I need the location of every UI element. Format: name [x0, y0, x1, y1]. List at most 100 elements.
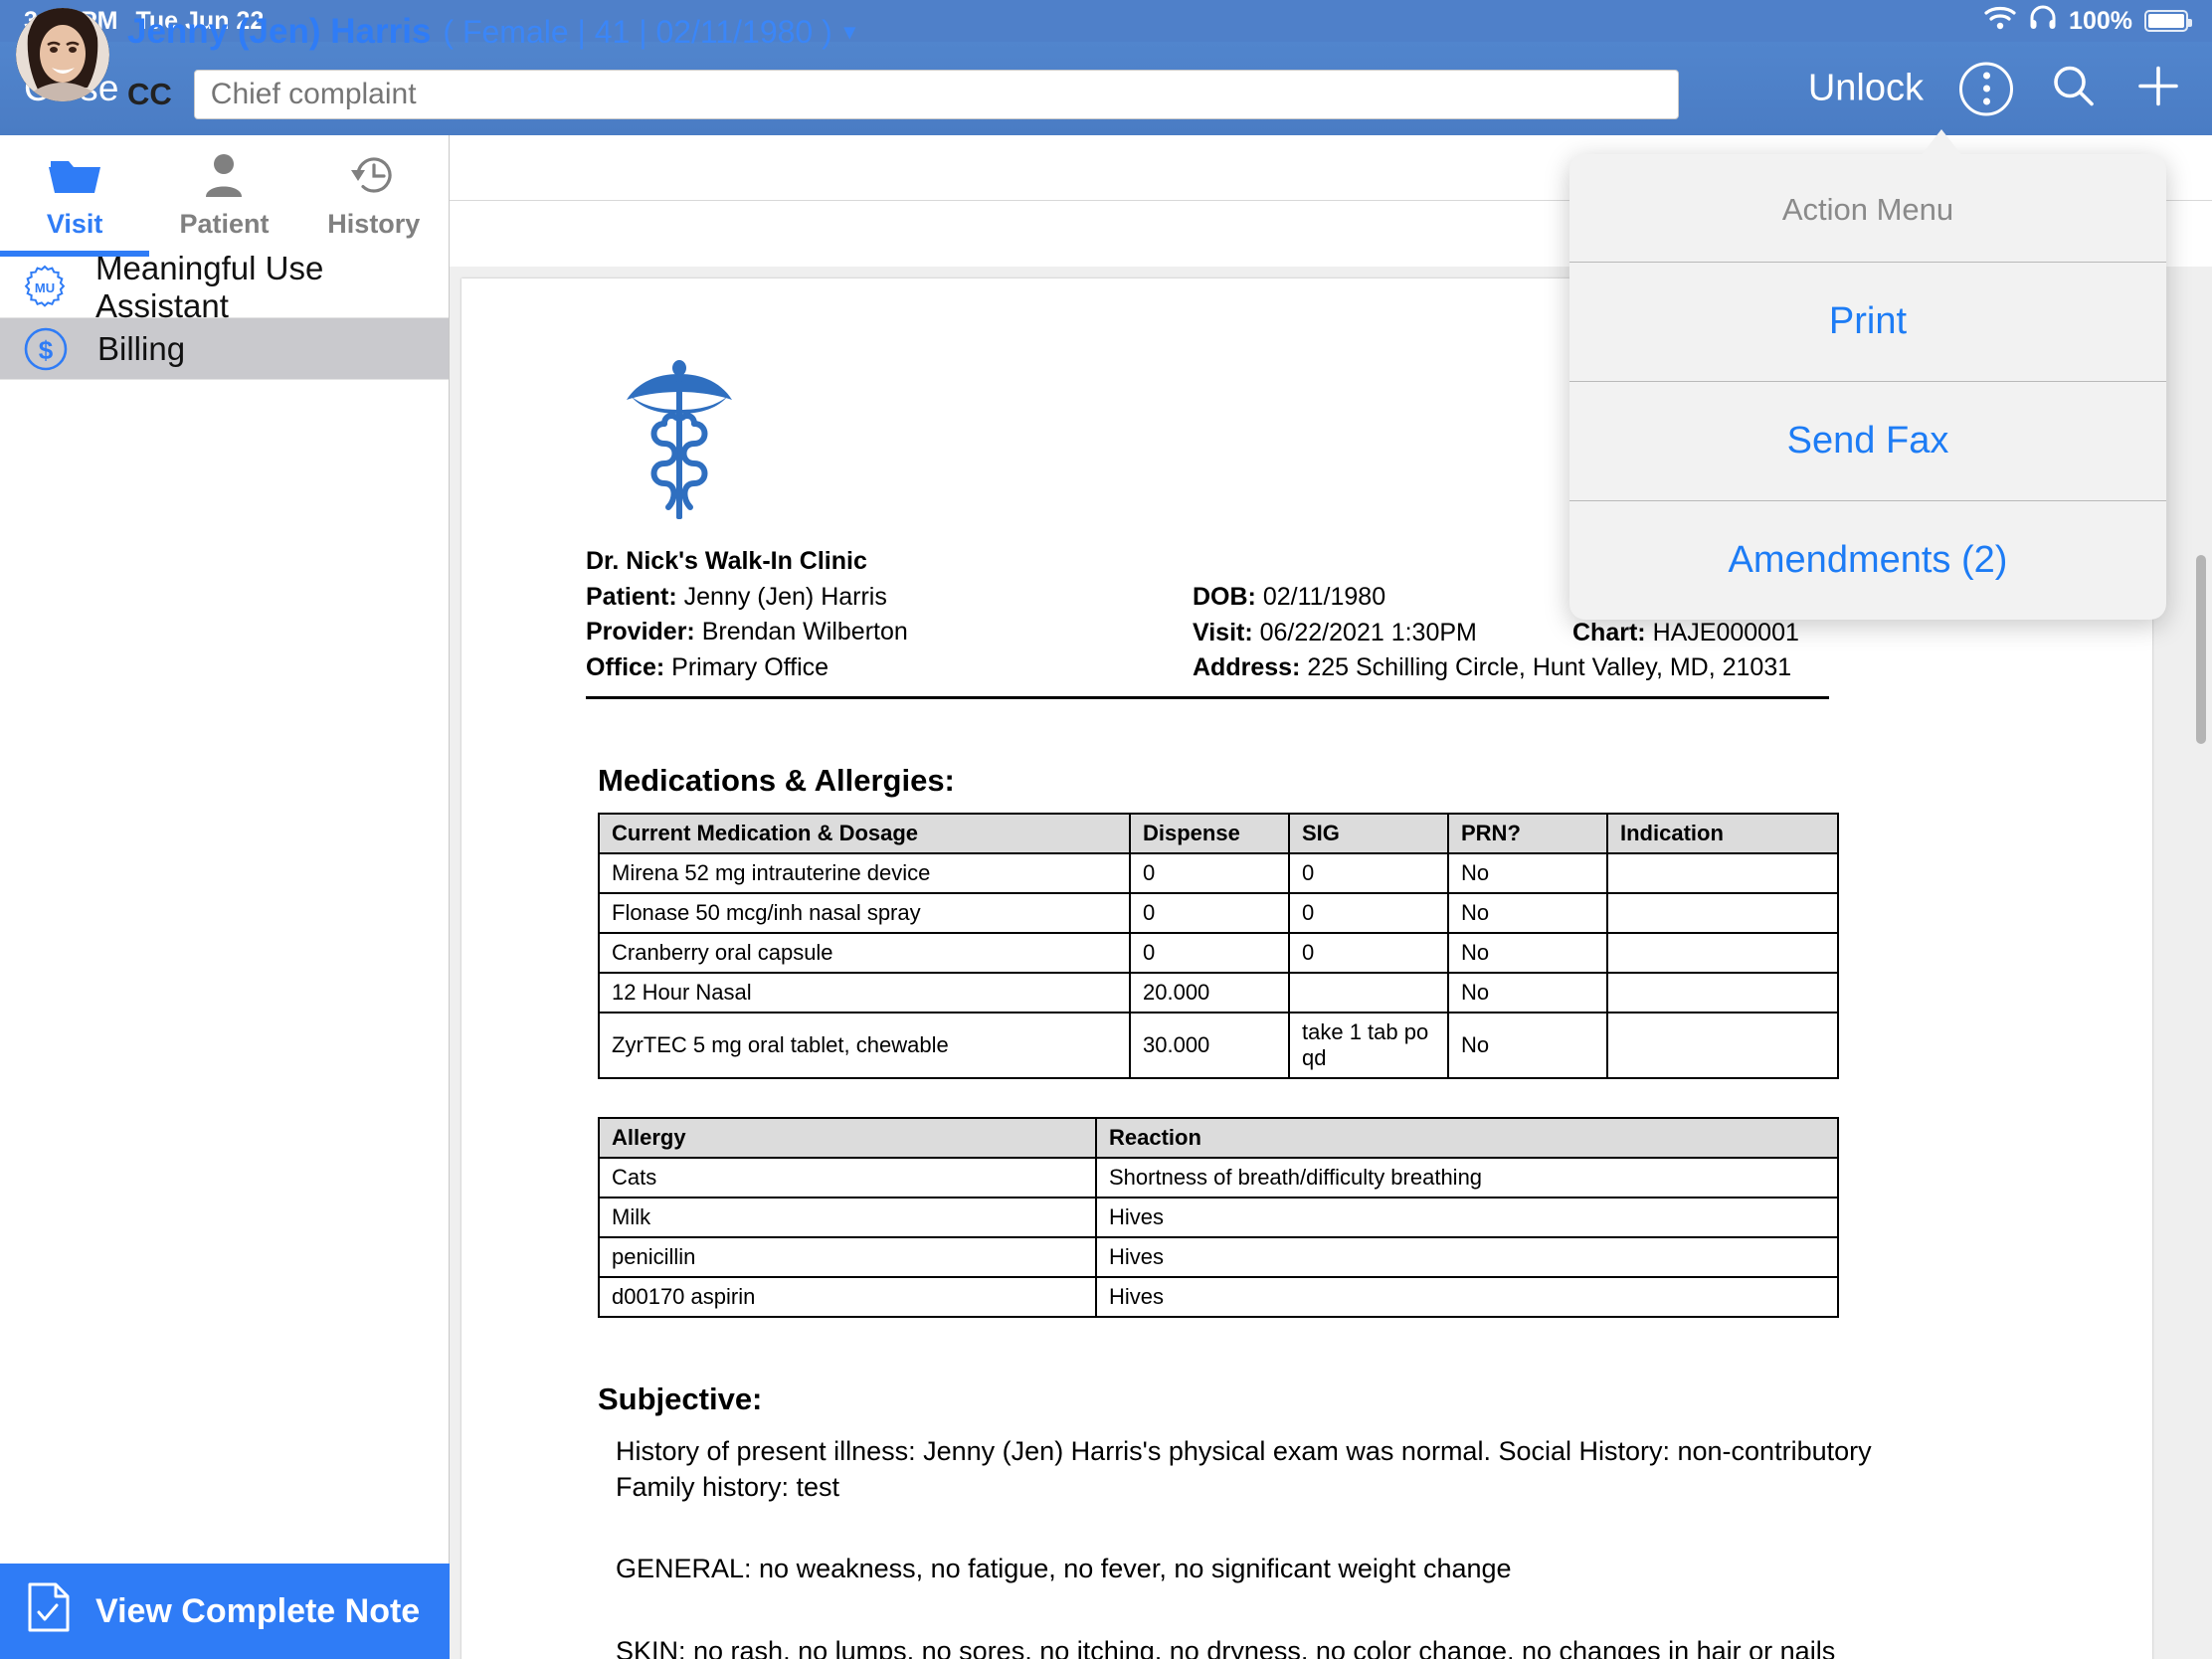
provider-value: Brendan Wilberton — [701, 618, 908, 645]
document-scrollbar[interactable] — [2196, 555, 2206, 744]
cell-indication — [1606, 891, 1839, 934]
allergy-table: Allergy Reaction Cats Shortness of breat… — [598, 1116, 1839, 1318]
clock-rewind-icon — [347, 147, 401, 203]
table-row: Mirena 52 mg intrauterine device 0 0 No — [598, 851, 1839, 894]
cell-indication — [1606, 851, 1839, 894]
app-root: 3:54 PM Tue Jun 22 100% — [0, 0, 2212, 1659]
cell-sig: 0 — [1288, 931, 1449, 974]
table-header-row: Allergy Reaction — [598, 1116, 1839, 1159]
tab-patient[interactable]: Patient — [149, 135, 298, 257]
plus-icon — [2134, 63, 2182, 115]
action-menu-item-print[interactable]: Print — [1569, 263, 2166, 382]
patient-demographics: ( Female | 41 | 02/11/1980 ) — [443, 14, 832, 50]
unlock-button[interactable]: Unlock — [1808, 68, 1924, 110]
column-header: Reaction — [1095, 1116, 1839, 1159]
cell-medication: Flonase 50 mcg/inh nasal spray — [598, 891, 1131, 934]
svg-text:MU: MU — [35, 280, 55, 295]
view-complete-note-button[interactable]: View Complete Note — [0, 1564, 450, 1659]
cell-prn: No — [1447, 931, 1608, 974]
subjective-line: History of present illness: Jenny (Jen) … — [616, 1435, 1872, 1466]
cell-dispense: 0 — [1129, 891, 1290, 934]
column-header: PRN? — [1447, 812, 1608, 854]
table-row: Cranberry oral capsule 0 0 No — [598, 931, 1839, 974]
sidebar-item-label: Billing — [97, 329, 186, 367]
sidebar-item-label: Meaningful Use Assistant — [95, 249, 324, 324]
cell-sig: 0 — [1288, 891, 1449, 934]
table-row: ZyrTEC 5 mg oral tablet, chewable 30.000… — [598, 1011, 1839, 1079]
mu-badge-icon: MU — [22, 264, 68, 311]
action-menu-item-send-fax[interactable]: Send Fax — [1569, 382, 2166, 501]
medications-section-title: Medications & Allergies: — [598, 762, 955, 798]
cell-medication: 12 Hour Nasal — [598, 971, 1131, 1014]
sidebar-tab-bar: Visit Patient History — [0, 135, 449, 257]
vertical-ellipsis-icon — [1959, 62, 2013, 115]
cell-sig — [1288, 971, 1449, 1014]
cell-sig: take 1 tab po qd — [1288, 1011, 1449, 1079]
office-label: Office: — [586, 652, 665, 681]
visit-value: 06/22/2021 1:30PM — [1259, 618, 1477, 646]
ros-line-skin: SKIN: no rash, no lumps, no sores, no it… — [616, 1635, 1836, 1659]
cell-allergy: d00170 aspirin — [598, 1275, 1097, 1318]
cell-prn: No — [1447, 851, 1608, 894]
tab-patient-label: Patient — [179, 209, 270, 239]
battery-icon — [2144, 10, 2192, 32]
status-bar-right: 100% — [1983, 5, 2192, 38]
clinic-name: Dr. Nick's Walk-In Clinic — [586, 547, 867, 575]
tab-history[interactable]: History — [299, 135, 449, 257]
folder-icon — [47, 147, 102, 203]
ros-line-general: GENERAL: no weakness, no fatigue, no fev… — [616, 1554, 1512, 1584]
popover-arrow — [1920, 129, 1963, 157]
svg-text:$: $ — [39, 335, 54, 365]
address-value: 225 Schilling Circle, Hunt Valley, MD, 2… — [1307, 653, 1792, 681]
search-button[interactable] — [2049, 62, 2099, 116]
cell-allergy: Cats — [598, 1156, 1097, 1198]
headphones-icon — [2029, 5, 2057, 38]
chart-label: Chart: — [1572, 618, 1646, 646]
column-header: Current Medication & Dosage — [598, 812, 1131, 854]
cell-indication — [1606, 931, 1839, 974]
battery-percent: 100% — [2069, 6, 2132, 35]
tab-visit[interactable]: Visit — [0, 135, 150, 257]
action-menu-popover: Action Menu Print Send Fax Amendments (2… — [1569, 154, 2166, 620]
action-menu-button[interactable] — [1959, 62, 2013, 115]
patient-avatar[interactable] — [16, 8, 109, 101]
sidebar-item-meaningful-use-assistant[interactable]: MU Meaningful Use Assistant — [0, 250, 449, 324]
table-header-row: Current Medication & Dosage Dispense SIG… — [598, 812, 1839, 854]
cell-indication — [1606, 1011, 1839, 1079]
chief-complaint-label: CC — [127, 77, 172, 111]
column-header: SIG — [1288, 812, 1449, 854]
cell-prn: No — [1447, 891, 1608, 934]
cell-sig: 0 — [1288, 851, 1449, 894]
cell-reaction: Hives — [1095, 1275, 1839, 1318]
cell-prn: No — [1447, 971, 1608, 1014]
action-menu-item-amendments[interactable]: Amendments (2) — [1569, 501, 2166, 620]
cell-indication — [1606, 971, 1839, 1014]
add-button[interactable] — [2134, 63, 2182, 115]
cell-dispense: 30.000 — [1129, 1011, 1290, 1079]
patient-value: Jenny (Jen) Harris — [683, 582, 887, 611]
table-row: penicillin Hives — [598, 1235, 1839, 1278]
table-row: 12 Hour Nasal 20.000 No — [598, 971, 1839, 1014]
tab-visit-label: Visit — [46, 209, 103, 239]
chevron-down-icon[interactable]: ▾ — [844, 19, 855, 45]
patient-label: Patient: — [586, 582, 677, 611]
cell-dispense: 20.000 — [1129, 971, 1290, 1014]
cell-reaction: Hives — [1095, 1196, 1839, 1238]
cell-allergy: Milk — [598, 1196, 1097, 1238]
chief-complaint-input[interactable] — [193, 70, 1679, 119]
view-complete-note-label: View Complete Note — [95, 1591, 421, 1630]
patient-name-row[interactable]: Jenny (Jen) Harris ( Female | 41 | 02/11… — [127, 12, 855, 52]
dob-label: DOB: — [1193, 583, 1256, 611]
search-icon — [2049, 62, 2099, 116]
cell-medication: ZyrTEC 5 mg oral tablet, chewable — [598, 1011, 1131, 1079]
cell-reaction: Shortness of breath/difficulty breathing — [1095, 1156, 1839, 1198]
table-row: Flonase 50 mcg/inh nasal spray 0 0 No — [598, 891, 1839, 934]
table-row: d00170 aspirin Hives — [598, 1275, 1839, 1318]
sidebar-item-billing[interactable]: $ Billing — [0, 318, 449, 380]
table-row: Cats Shortness of breath/difficulty brea… — [598, 1156, 1839, 1198]
cell-reaction: Hives — [1095, 1235, 1839, 1278]
cell-medication: Mirena 52 mg intrauterine device — [598, 851, 1131, 894]
medications-table: Current Medication & Dosage Dispense SIG… — [598, 812, 1839, 1079]
dob-value: 02/11/1980 — [1262, 583, 1386, 611]
sidebar: Visit Patient History MU Meaningful Use … — [0, 135, 450, 1659]
